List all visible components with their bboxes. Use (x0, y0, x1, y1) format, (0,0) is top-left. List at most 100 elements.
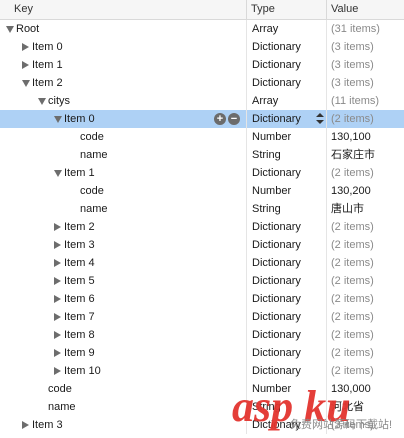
row-type[interactable]: Number (252, 182, 291, 200)
row-type[interactable]: Array (252, 92, 278, 110)
row-type[interactable]: Dictionary (252, 56, 301, 74)
value-column-header[interactable]: Value (331, 0, 358, 19)
row-value[interactable]: (31 items) (331, 20, 380, 38)
disclosure-collapsed-icon[interactable] (54, 349, 61, 357)
row-key[interactable]: code (80, 128, 104, 146)
disclosure-collapsed-icon[interactable] (54, 313, 61, 321)
row-value[interactable]: (11 items) (331, 92, 379, 110)
row-type[interactable]: Dictionary (252, 38, 301, 56)
outline-row[interactable]: Item 4 Dictionary (2 items) (0, 254, 404, 272)
column-divider[interactable] (246, 0, 247, 19)
row-type[interactable]: Dictionary (252, 164, 301, 182)
row-key[interactable]: code (80, 182, 104, 200)
row-key[interactable]: Item 1 (64, 164, 95, 182)
row-type[interactable]: Dictionary (252, 236, 301, 254)
row-type[interactable]: Dictionary (252, 326, 301, 344)
type-column-header[interactable]: Type (251, 0, 275, 19)
row-value[interactable]: (3 items) (331, 74, 374, 92)
row-value[interactable]: (2 items) (331, 110, 374, 128)
outline-row[interactable]: name String 唐山市 (0, 200, 404, 218)
row-value[interactable]: (3 items) (331, 38, 374, 56)
outline-row[interactable]: code Number 130,200 (0, 182, 404, 200)
row-value[interactable]: (2 items) (331, 254, 374, 272)
row-value[interactable]: (2 items) (331, 218, 374, 236)
disclosure-collapsed-icon[interactable] (54, 331, 61, 339)
outline-row[interactable]: Item 1 Dictionary (2 items) (0, 164, 404, 182)
row-value[interactable]: (2 items) (331, 362, 374, 380)
row-key[interactable]: Item 4 (64, 254, 95, 272)
disclosure-collapsed-icon[interactable] (54, 295, 61, 303)
disclosure-collapsed-icon[interactable] (54, 241, 61, 249)
row-type[interactable]: Dictionary (252, 290, 301, 308)
row-key[interactable]: name (80, 146, 108, 164)
row-key[interactable]: Item 9 (64, 344, 95, 362)
disclosure-collapsed-icon[interactable] (54, 367, 61, 375)
key-column-header[interactable]: Key (14, 0, 33, 19)
outline-row-selected[interactable]: Item 0 + − Dictionary (2 items) (0, 110, 404, 128)
row-key[interactable]: Item 6 (64, 290, 95, 308)
row-value[interactable]: (2 items) (331, 164, 374, 182)
row-key[interactable]: Item 10 (64, 362, 101, 380)
row-value[interactable]: 唐山市 (331, 200, 364, 218)
row-key[interactable]: Item 3 (32, 416, 63, 434)
row-key[interactable]: Item 7 (64, 308, 95, 326)
disclosure-collapsed-icon[interactable] (22, 61, 29, 69)
outline-row[interactable]: name String 石家庄市 (0, 146, 404, 164)
row-type[interactable]: Dictionary (252, 110, 301, 128)
outline-row[interactable]: Item 1 Dictionary (3 items) (0, 56, 404, 74)
row-value[interactable]: (2 items) (331, 326, 374, 344)
row-type[interactable]: Array (252, 20, 278, 38)
disclosure-collapsed-icon[interactable] (22, 43, 29, 51)
row-value[interactable]: (2 items) (331, 290, 374, 308)
row-key[interactable]: name (48, 398, 76, 416)
row-key[interactable]: Item 0 (64, 110, 95, 128)
type-stepper-icon[interactable] (316, 112, 324, 126)
outline-row[interactable]: Item 2 Dictionary (2 items) (0, 218, 404, 236)
remove-row-icon[interactable]: − (228, 113, 240, 125)
row-key[interactable]: citys (48, 92, 70, 110)
outline-row[interactable]: Item 3 Dictionary (2 items) (0, 236, 404, 254)
row-type[interactable]: Dictionary (252, 344, 301, 362)
outline-row[interactable]: Item 6 Dictionary (2 items) (0, 290, 404, 308)
outline-row[interactable]: Root Array (31 items) (0, 20, 404, 38)
row-value[interactable]: (2 items) (331, 308, 374, 326)
disclosure-collapsed-icon[interactable] (54, 259, 61, 267)
row-value[interactable]: (2 items) (331, 344, 374, 362)
row-key[interactable]: code (48, 380, 72, 398)
row-type[interactable]: String (252, 146, 281, 164)
row-type[interactable]: Dictionary (252, 272, 301, 290)
outline-row[interactable]: Item 10 Dictionary (2 items) (0, 362, 404, 380)
outline-row[interactable]: code Number 130,100 (0, 128, 404, 146)
disclosure-collapsed-icon[interactable] (54, 223, 61, 231)
outline-row[interactable]: Item 0 Dictionary (3 items) (0, 38, 404, 56)
row-type[interactable]: Number (252, 128, 291, 146)
row-key[interactable]: Item 3 (64, 236, 95, 254)
row-key[interactable]: Item 5 (64, 272, 95, 290)
row-value[interactable]: 130,200 (331, 182, 371, 200)
row-value[interactable]: 石家庄市 (331, 146, 375, 164)
row-type[interactable]: Dictionary (252, 218, 301, 236)
row-key[interactable]: Root (16, 20, 39, 38)
row-key[interactable]: Item 2 (64, 218, 95, 236)
row-key[interactable]: name (80, 200, 108, 218)
row-type[interactable]: Dictionary (252, 254, 301, 272)
disclosure-collapsed-icon[interactable] (22, 421, 29, 429)
outline-row[interactable]: Item 7 Dictionary (2 items) (0, 308, 404, 326)
outline-row[interactable]: Item 5 Dictionary (2 items) (0, 272, 404, 290)
outline-row[interactable]: Item 2 Dictionary (3 items) (0, 74, 404, 92)
column-divider[interactable] (326, 0, 327, 19)
row-key[interactable]: Item 2 (32, 74, 63, 92)
row-key[interactable]: Item 1 (32, 56, 63, 74)
disclosure-expanded-icon[interactable] (6, 26, 14, 33)
disclosure-collapsed-icon[interactable] (54, 277, 61, 285)
outline-row[interactable]: citys Array (11 items) (0, 92, 404, 110)
outline-row[interactable]: Item 9 Dictionary (2 items) (0, 344, 404, 362)
disclosure-expanded-icon[interactable] (22, 80, 30, 87)
disclosure-expanded-icon[interactable] (54, 116, 62, 123)
row-type[interactable]: Dictionary (252, 308, 301, 326)
row-key[interactable]: Item 0 (32, 38, 63, 56)
disclosure-expanded-icon[interactable] (54, 170, 62, 177)
row-value[interactable]: (2 items) (331, 272, 374, 290)
add-row-icon[interactable]: + (214, 113, 226, 125)
row-value[interactable]: (3 items) (331, 56, 374, 74)
